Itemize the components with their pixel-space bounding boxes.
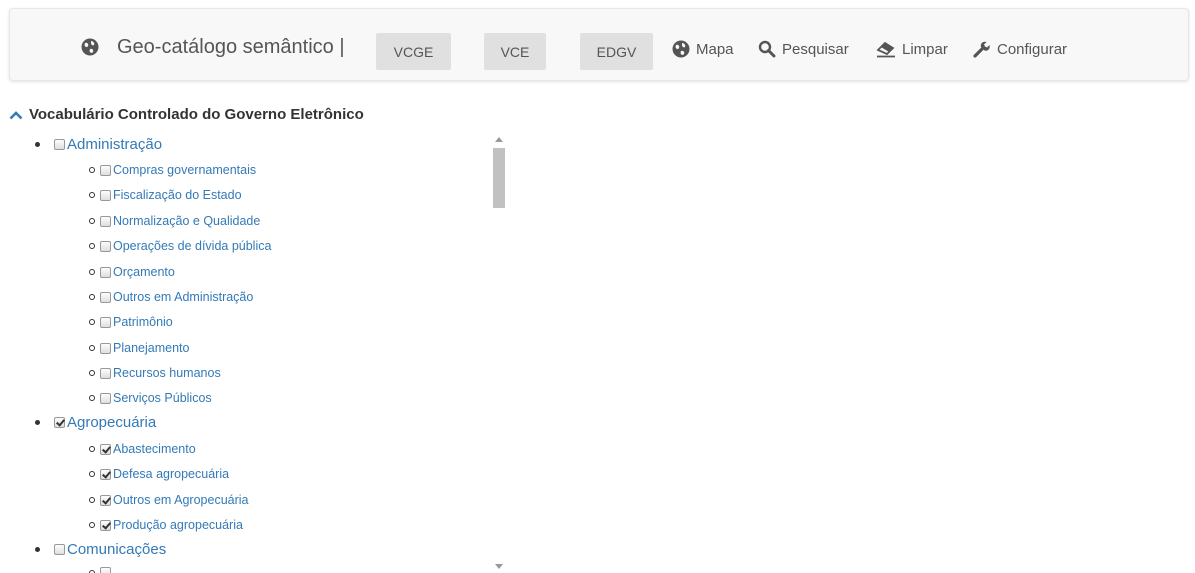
map-label: Mapa (696, 40, 734, 58)
tree-subitem[interactable]: Abastecimento (89, 442, 196, 456)
bullet (89, 192, 95, 198)
clear-link[interactable]: Limpar (876, 39, 948, 59)
scroll-down-arrow[interactable] (495, 564, 503, 569)
checkbox-comunicacoes[interactable] (54, 544, 65, 555)
bullet (89, 218, 95, 224)
checkbox[interactable] (100, 316, 111, 328)
chevron-up-icon (9, 110, 23, 119)
search-label: Pesquisar (782, 40, 849, 58)
tree-subitem-label[interactable]: Outros em Administração (113, 290, 253, 304)
bullet (89, 569, 95, 573)
tree-subitem-label[interactable]: Abastecimento (113, 442, 196, 456)
tree-subitem[interactable]: Patrimônio (89, 315, 173, 329)
checkbox[interactable] (100, 443, 111, 455)
tree-subitem-label[interactable]: Fiscalização do Estado (113, 188, 242, 202)
checkbox[interactable] (100, 342, 111, 354)
tree-subitem[interactable]: Serviços Públicos (89, 391, 212, 405)
bullet (89, 345, 95, 351)
tree-subitem-label[interactable]: Planejamento (113, 341, 189, 355)
bullet (89, 294, 95, 300)
scroll-up-arrow[interactable] (495, 137, 503, 142)
tree-subitem[interactable]: Planejamento (89, 341, 189, 355)
checkbox[interactable] (100, 266, 111, 278)
tree-item-label[interactable]: Comunicações (67, 541, 166, 558)
search-link[interactable]: Pesquisar (758, 39, 849, 59)
tree-subitem[interactable]: Normalização e Qualidade (89, 214, 260, 228)
tree-subitem-label[interactable]: Serviços Públicos (113, 391, 212, 405)
tree-scrollbar[interactable] (492, 133, 506, 573)
checkbox[interactable] (100, 215, 111, 227)
brand[interactable]: Geo-catálogo semântico | (81, 35, 345, 59)
bullet (89, 471, 95, 477)
tree-subitem[interactable]: Defesa agropecuária (89, 467, 229, 481)
globe-icon (672, 40, 690, 58)
bullet (89, 167, 95, 173)
search-icon (758, 40, 776, 58)
bullet (89, 497, 95, 503)
checkbox[interactable] (100, 567, 111, 573)
brand-title: Geo-catálogo semântico | (117, 35, 345, 58)
settings-label: Configurar (997, 40, 1068, 58)
tree-subitem-label[interactable]: Recursos humanos (113, 366, 221, 380)
tree-subitem-label[interactable]: Compras governamentais (113, 163, 256, 177)
scroll-thumb[interactable] (493, 148, 505, 208)
edgv-button[interactable]: EDGV (580, 33, 653, 70)
checkbox[interactable] (100, 468, 111, 480)
tree-subitem[interactable]: Outros em Administração (89, 290, 253, 304)
tree-subitem-clipped[interactable] (89, 567, 113, 573)
tree-subitem[interactable]: Outros em Agropecuária (89, 493, 249, 507)
top-navbar: Geo-catálogo semântico | VCGE VCE EDGV M… (9, 8, 1189, 81)
tree-subitem-label[interactable]: Defesa agropecuária (113, 467, 229, 481)
tree-subitem[interactable]: Compras governamentais (89, 163, 256, 177)
tree-subitem-label[interactable]: Normalização e Qualidade (113, 214, 260, 228)
tree-subitem-label[interactable]: Patrimônio (113, 315, 173, 329)
section-title: Vocabulário Controlado do Governo Eletrô… (29, 106, 364, 123)
checkbox[interactable] (100, 240, 111, 252)
bullet (89, 522, 95, 528)
tree-subitem[interactable]: Recursos humanos (89, 366, 221, 380)
bullet (35, 547, 40, 552)
settings-link[interactable]: Configurar (973, 39, 1067, 59)
tree-item-label[interactable]: Agropecuária (67, 414, 156, 431)
tree-item-administracao[interactable]: Administração (35, 136, 162, 153)
checkbox[interactable] (100, 291, 111, 303)
bullet (35, 142, 40, 147)
bullet (89, 446, 95, 452)
tree-subitem[interactable]: Fiscalização do Estado (89, 188, 242, 202)
tree-subitem-label[interactable]: Outros em Agropecuária (113, 493, 249, 507)
vcge-button[interactable]: VCGE (376, 33, 451, 70)
bullet (89, 370, 95, 376)
map-link[interactable]: Mapa (672, 39, 734, 59)
section-header[interactable]: Vocabulário Controlado do Governo Eletrô… (9, 106, 364, 123)
checkbox[interactable] (100, 519, 111, 531)
bullet (89, 243, 95, 249)
vce-button[interactable]: VCE (484, 33, 546, 70)
vocabulary-tree[interactable]: Administração Compras governamentais Fis… (0, 133, 506, 573)
tree-subitem[interactable]: Produção agropecuária (89, 518, 243, 532)
tree-subitem-label[interactable]: Operações de dívida pública (113, 239, 271, 253)
checkbox[interactable] (100, 164, 111, 176)
checkbox[interactable] (100, 392, 111, 404)
checkbox[interactable] (100, 189, 111, 201)
eraser-icon (876, 41, 895, 58)
tree-subitem[interactable]: Operações de dívida pública (89, 239, 271, 253)
clear-label: Limpar (902, 40, 948, 58)
tree-item-label[interactable]: Administração (67, 136, 162, 153)
checkbox[interactable] (100, 494, 111, 506)
checkbox-administracao[interactable] (54, 139, 65, 150)
tree-item-agropecuaria[interactable]: Agropecuária (35, 414, 156, 431)
tree-subitem[interactable]: Orçamento (89, 265, 175, 279)
bullet (89, 319, 95, 325)
tree-subitem-label[interactable]: Produção agropecuária (113, 518, 243, 532)
tree-subitem-label[interactable]: Orçamento (113, 265, 175, 279)
bullet (35, 420, 40, 425)
wrench-icon (973, 41, 990, 58)
globe-icon (81, 38, 99, 56)
bullet (89, 395, 95, 401)
tree-item-comunicacoes[interactable]: Comunicações (35, 541, 166, 558)
checkbox[interactable] (100, 367, 111, 379)
bullet (89, 269, 95, 275)
checkbox-agropecuaria[interactable] (54, 417, 65, 428)
